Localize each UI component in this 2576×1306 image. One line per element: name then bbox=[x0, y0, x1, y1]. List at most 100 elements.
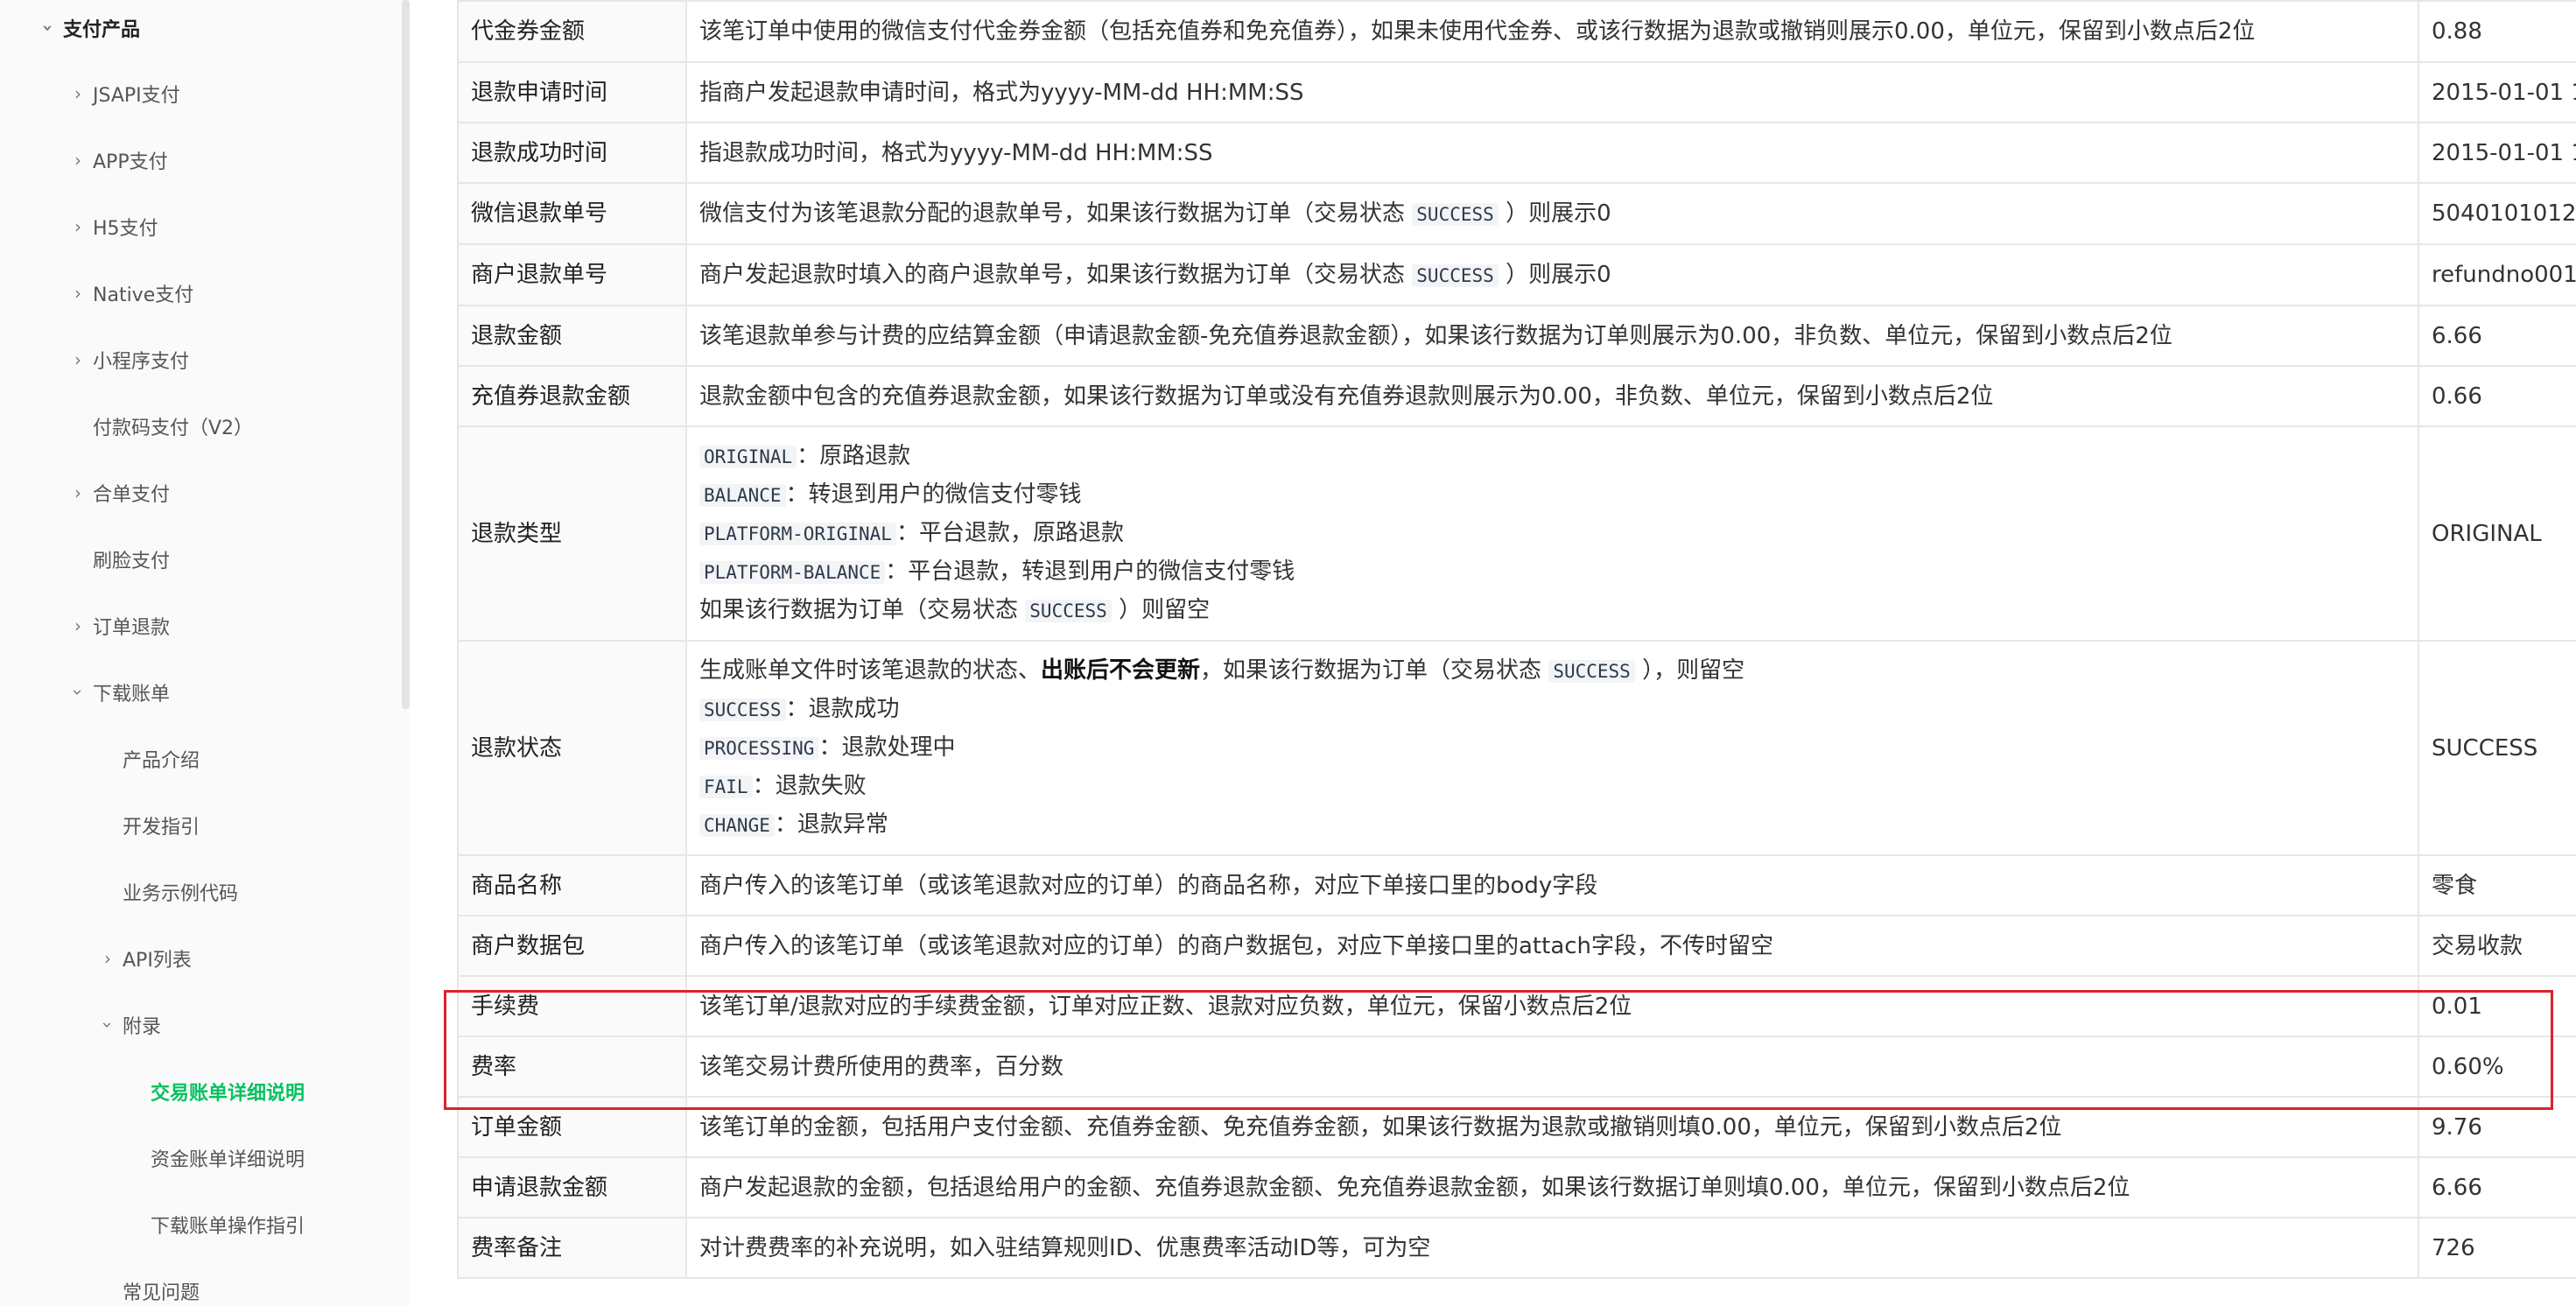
enum-text: ：退款处理中 bbox=[818, 734, 956, 761]
sidebar-item-jsapi[interactable]: › JSAPI支付 bbox=[68, 76, 180, 111]
sidebar-item-combine[interactable]: › 合单支付 bbox=[68, 475, 170, 510]
sidebar-item-label: 资金账单详细说明 bbox=[151, 1149, 305, 1171]
status-code: SUCCESS bbox=[1025, 599, 1112, 622]
sidebar-item-label: 付款码支付（V2） bbox=[93, 418, 254, 439]
desc-text: ）则展示0 bbox=[1506, 261, 1611, 288]
field-name: 退款类型 bbox=[457, 425, 687, 642]
enum-code: PLATFORM-BALANCE bbox=[699, 560, 886, 584]
sidebar-item-download-guide[interactable]: 下载账单操作指引 bbox=[151, 1207, 305, 1242]
sidebar-item-dev-guide[interactable]: 开发指引 bbox=[123, 808, 200, 843]
desc-note: 如果该行数据为订单（交易状态 SUCCESS ）则留空 bbox=[699, 592, 2405, 630]
desc-text: 如果该行数据为订单（交易状态 bbox=[699, 596, 1019, 623]
field-desc: 退款金额中包含的充值券退款金额，如果该行数据为订单或没有充值券退款则展示为0.0… bbox=[685, 365, 2419, 427]
sidebar-section-payment-products[interactable]: › 支付产品 bbox=[38, 11, 141, 46]
field-desc: 商户发起退款的金额，包括退给用户的金额、充值券退款金额、免充值券退款金额，如果该… bbox=[685, 1156, 2419, 1218]
desc-text: ，如果该行数据为订单（交易状态 bbox=[1200, 657, 1542, 684]
enum-code: ORIGINAL bbox=[699, 445, 797, 468]
sidebar-section-label: 支付产品 bbox=[63, 19, 141, 41]
field-name: 费率 bbox=[457, 1036, 687, 1098]
status-code: SUCCESS bbox=[1412, 263, 1499, 287]
enum-code: CHANGE bbox=[699, 813, 775, 837]
sidebar-scrollbar[interactable] bbox=[402, 0, 410, 709]
sidebar-item-label: APP支付 bbox=[93, 151, 168, 173]
field-desc: 商户发起退款时填入的商户退款单号，如果该行数据为订单（交易状态 SUCCESS … bbox=[685, 243, 2419, 306]
field-desc: 该笔订单中使用的微信支付代金券金额（包括充值券和免充值券），如果未使用代金券、或… bbox=[685, 0, 2419, 63]
enum-line: FAIL ：退款失败 bbox=[699, 768, 2405, 806]
sidebar-item-app[interactable]: › APP支付 bbox=[68, 143, 168, 178]
sidebar-item-appendix[interactable]: › 附录 bbox=[97, 1008, 161, 1043]
sidebar-item-label: 小程序支付 bbox=[93, 351, 190, 373]
sidebar-item-trade-bill-detail[interactable]: 交易账单详细说明 bbox=[151, 1074, 305, 1109]
field-name: 商户退款单号 bbox=[457, 243, 687, 306]
sidebar-item-label: 刷脸支付 bbox=[93, 551, 171, 572]
sidebar-item-micropay[interactable]: 付款码支付（V2） bbox=[93, 409, 253, 444]
field-example: 零食 bbox=[2418, 854, 2576, 916]
enum-code: FAIL bbox=[699, 775, 753, 798]
field-name: 代金券金额 bbox=[457, 0, 687, 63]
field-desc: 指退款成功时间，格式为yyyy-MM-dd HH:MM:SS bbox=[685, 122, 2419, 184]
sidebar-item-fund-bill-detail[interactable]: 资金账单详细说明 bbox=[151, 1141, 305, 1176]
sidebar: › 支付产品 › JSAPI支付 › APP支付 › H5支付 › Native… bbox=[0, 0, 410, 1306]
field-desc: 指商户发起退款申请时间，格式为yyyy-MM-dd HH:MM:SS bbox=[685, 61, 2419, 123]
field-desc: ORIGINAL ：原路退款 BALANCE ：转退到用户的微信支付零钱 PLATF… bbox=[685, 425, 2419, 642]
enum-text: ：转退到用户的微信支付零钱 bbox=[785, 481, 1082, 508]
field-example: 50401010122 bbox=[2418, 182, 2576, 245]
enum-code: SUCCESS bbox=[699, 698, 786, 721]
enum-text: ：退款失败 bbox=[752, 772, 867, 799]
field-example: 6.66 bbox=[2418, 305, 2576, 367]
sidebar-item-label: 下载账单 bbox=[93, 684, 171, 706]
chevron-down-icon: › bbox=[97, 1022, 118, 1029]
table-row: 代金券金额 该笔订单中使用的微信支付代金券金额（包括充值券和免充值券），如果未使… bbox=[457, 0, 2576, 63]
enum-code: PLATFORM-ORIGINAL bbox=[699, 522, 896, 545]
field-example: refundno001 bbox=[2418, 243, 2576, 306]
sidebar-item-product-intro[interactable]: 产品介绍 bbox=[123, 741, 200, 776]
chevron-right-icon: › bbox=[74, 349, 81, 370]
enum-text: ：原路退款 bbox=[797, 442, 911, 469]
sidebar-item-faq[interactable]: 常见问题 bbox=[123, 1274, 200, 1306]
enum-line: PROCESSING ：退款处理中 bbox=[699, 729, 2405, 768]
field-table: 代金券金额 该笔订单中使用的微信支付代金券金额（包括充值券和免充值券），如果未使… bbox=[457, 0, 2576, 1279]
sidebar-item-facepay[interactable]: 刷脸支付 bbox=[93, 542, 170, 577]
chevron-right-icon: › bbox=[74, 150, 81, 171]
field-example: 6.66 bbox=[2418, 1156, 2576, 1218]
table-row: 退款申请时间 指商户发起退款申请时间，格式为yyyy-MM-dd HH:MM:S… bbox=[457, 61, 2576, 123]
content-area: 代金券金额 该笔订单中使用的微信支付代金券金额（包括充值券和免充值券），如果未使… bbox=[457, 0, 2576, 1306]
sidebar-item-label: 开发指引 bbox=[123, 817, 200, 839]
desc-note: 生成账单文件时该笔退款的状态、出账后不会更新，如果该行数据为订单（交易状态 SU… bbox=[699, 652, 2405, 691]
enum-line: CHANGE ：退款异常 bbox=[699, 806, 2405, 845]
field-example: 2015-01-01 1 bbox=[2418, 122, 2576, 184]
sidebar-item-label: 订单退款 bbox=[93, 617, 171, 639]
desc-text: 商户发起退款时填入的商户退款单号，如果该行数据为订单（交易状态 bbox=[699, 261, 1406, 288]
sidebar-item-native[interactable]: › Native支付 bbox=[68, 276, 193, 311]
sidebar-item-label: 合单支付 bbox=[93, 484, 171, 506]
table-row: 退款成功时间 指退款成功时间，格式为yyyy-MM-dd HH:MM:SS 20… bbox=[457, 122, 2576, 184]
table-row: 退款金额 该笔退款单参与计费的应结算金额（申请退款金额-免充值券退款金额），如果… bbox=[457, 305, 2576, 367]
field-desc: 该笔交易计费所使用的费率，百分数 bbox=[685, 1036, 2419, 1098]
sidebar-item-label: 常见问题 bbox=[123, 1282, 200, 1304]
field-example: 0.60% bbox=[2418, 1036, 2576, 1098]
sidebar-item-label: H5支付 bbox=[93, 218, 158, 240]
sidebar-item-miniprogram[interactable]: › 小程序支付 bbox=[68, 342, 189, 377]
field-example: 0.66 bbox=[2418, 365, 2576, 427]
field-desc: 该笔退款单参与计费的应结算金额（申请退款金额-免充值券退款金额），如果该行数据为… bbox=[685, 305, 2419, 367]
enum-line: ORIGINAL ：原路退款 bbox=[699, 438, 2405, 476]
sidebar-item-download-bill[interactable]: › 下载账单 bbox=[67, 675, 171, 710]
desc-bold: 出账后不会更新 bbox=[1041, 657, 1201, 684]
field-name: 订单金额 bbox=[457, 1096, 687, 1158]
sidebar-item-label: 下载账单操作指引 bbox=[151, 1216, 305, 1238]
field-desc: 对计费费率的补充说明，如入驻结算规则ID、优惠费率活动ID等，可为空 bbox=[685, 1217, 2419, 1279]
sidebar-item-label: JSAPI支付 bbox=[93, 85, 180, 107]
sidebar-item-sample-code[interactable]: 业务示例代码 bbox=[123, 874, 238, 909]
field-name: 退款状态 bbox=[457, 640, 687, 856]
enum-text: ：退款成功 bbox=[785, 695, 900, 722]
sidebar-item-refund[interactable]: › 订单退款 bbox=[68, 608, 170, 643]
status-code: SUCCESS bbox=[1412, 202, 1499, 226]
desc-text: ）则留空 bbox=[1119, 596, 1211, 623]
field-example: SUCCESS bbox=[2418, 640, 2576, 856]
chevron-right-icon: › bbox=[74, 283, 81, 304]
sidebar-item-api-list[interactable]: › API列表 bbox=[98, 941, 192, 976]
sidebar-item-h5[interactable]: › H5支付 bbox=[68, 209, 158, 244]
sidebar-item-label: 业务示例代码 bbox=[123, 883, 239, 905]
enum-line: SUCCESS ：退款成功 bbox=[699, 691, 2405, 729]
table-row: 手续费 该笔订单/退款对应的手续费金额，订单对应正数、退款对应负数，单位元，保留… bbox=[457, 975, 2576, 1037]
